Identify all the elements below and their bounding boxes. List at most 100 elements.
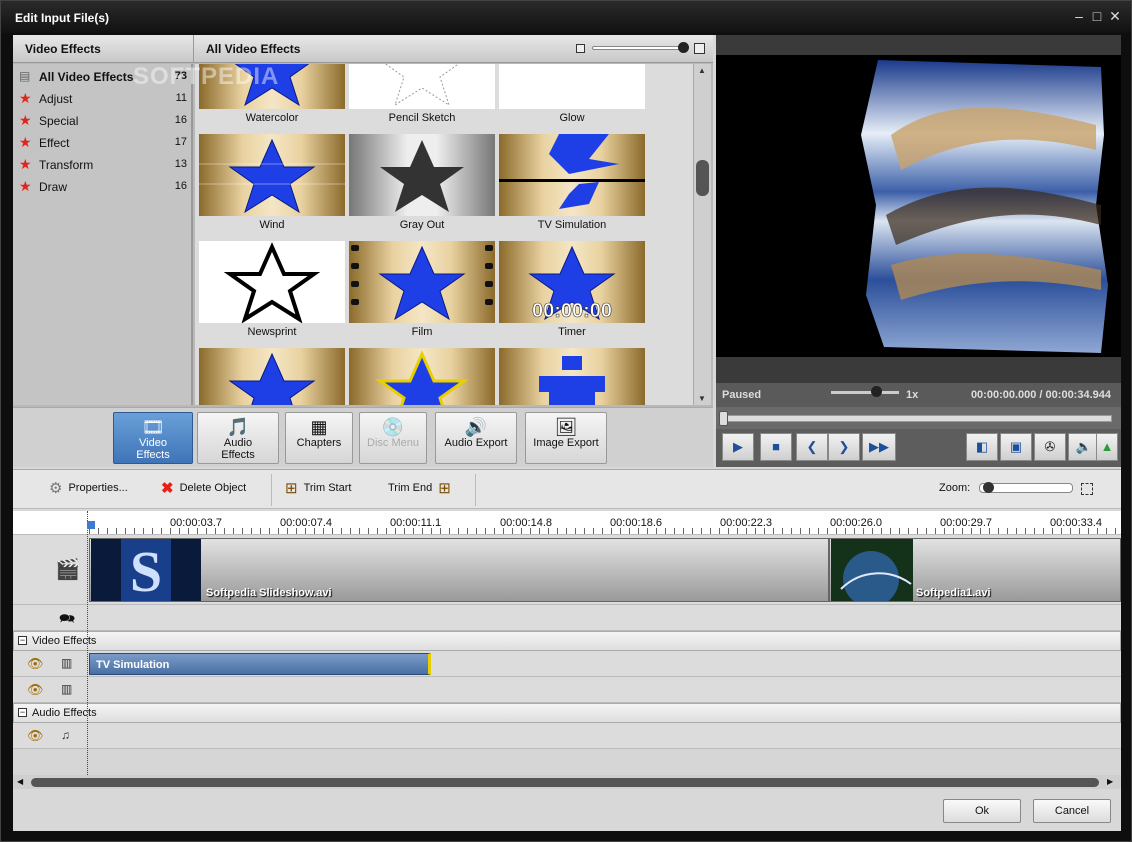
effect-tile[interactable]: Pencil Sketch: [349, 64, 495, 134]
clip-softpedia1[interactable]: Softpedia1.avi: [829, 538, 1121, 602]
seek-knob[interactable]: [719, 411, 728, 426]
category-label: Transform: [39, 158, 94, 172]
tab-audio-export[interactable]: 🔊 Audio Export: [435, 412, 517, 464]
ruler-label: 00:00:26.0: [830, 517, 882, 529]
collapse-icon[interactable]: −: [18, 636, 27, 645]
cancel-button[interactable]: Cancel: [1033, 799, 1111, 823]
effect-tile[interactable]: TV Simulation: [499, 134, 645, 241]
small-thumb-icon[interactable]: [576, 44, 585, 53]
snapshot-settings-button[interactable]: ◧: [966, 433, 998, 461]
svg-text:S: S: [130, 539, 162, 601]
seek-bar[interactable]: [716, 407, 1121, 429]
large-thumb-icon[interactable]: [694, 43, 705, 54]
scroll-thumb[interactable]: [696, 160, 709, 196]
effect-tile[interactable]: Wind: [199, 134, 345, 241]
effect-tile[interactable]: 00:00:00 Timer: [499, 241, 645, 348]
effect-tile[interactable]: Gray Out: [349, 134, 495, 241]
effect-tile[interactable]: Film: [349, 241, 495, 348]
playhead-marker[interactable]: [87, 521, 95, 529]
audio-effects-group-header[interactable]: − Audio Effects: [13, 703, 1121, 723]
category-item[interactable]: ★ Transform 13: [13, 154, 191, 176]
effect-clip-tv-simulation[interactable]: TV Simulation: [89, 653, 431, 675]
minimize-icon[interactable]: –: [1071, 8, 1087, 24]
effect-tile[interactable]: Glow: [499, 64, 645, 134]
effect-track-icon: ▥: [61, 682, 73, 696]
category-item[interactable]: ★ Adjust 11: [13, 88, 191, 110]
effects-panel: Video Effects All Video Effects ▤ All Vid…: [13, 35, 713, 407]
stop-button[interactable]: ■: [760, 433, 792, 461]
grid-scrollbar[interactable]: ▲ ▼: [693, 64, 711, 405]
camera-button[interactable]: ✇: [1034, 433, 1066, 461]
prev-frame-button[interactable]: ❮: [796, 433, 828, 461]
thumb-size-slider[interactable]: [592, 46, 682, 50]
disc-menu-icon: 💿: [381, 417, 405, 437]
maximize-icon[interactable]: □: [1089, 8, 1105, 24]
eye-icon[interactable]: 👁: [27, 682, 44, 698]
delete-object-button[interactable]: ✖ Delete Object: [161, 479, 246, 497]
image-export-icon: 🖼: [554, 417, 578, 437]
thumb-size-slider-knob[interactable]: [678, 42, 689, 53]
video-effect-track: 👁 ▥: [13, 677, 1121, 703]
scroll-thumb[interactable]: [31, 778, 1099, 787]
play-button[interactable]: ▶: [722, 433, 754, 461]
category-item[interactable]: ★ Effect 17: [13, 132, 191, 154]
fullscreen-button[interactable]: ▣: [1000, 433, 1032, 461]
speed-slider-knob[interactable]: [871, 386, 882, 397]
category-item[interactable]: ★ Draw 16: [13, 176, 191, 198]
timeline-scrollbar[interactable]: ◀ ▶: [13, 775, 1121, 789]
playhead-line[interactable]: [87, 511, 88, 781]
scroll-up-icon[interactable]: ▲: [698, 66, 706, 75]
ruler-label: 00:00:22.3: [720, 517, 772, 529]
effect-tile[interactable]: Newsprint: [199, 241, 345, 348]
trim-end-label: Trim End: [388, 481, 433, 494]
star-icon: ★: [19, 134, 32, 150]
effect-tile-label: Film: [411, 326, 433, 338]
eye-icon[interactable]: 👁: [27, 728, 44, 744]
star-icon: ★: [19, 178, 32, 194]
time-ruler[interactable]: 00:00:03.7 00:00:07.4 00:00:11.1 00:00:14.8…: [13, 511, 1121, 535]
volume-up-icon[interactable]: ▲: [1096, 433, 1118, 461]
ruler-label: 00:00:33.4: [1050, 517, 1102, 529]
tab-video-effects[interactable]: 🎞 Video Effects: [113, 412, 193, 464]
clip-softpedia-slideshow[interactable]: S Softpedia Slideshow.avi: [89, 538, 829, 602]
tab-chapters[interactable]: ▦ Chapters: [285, 412, 353, 464]
next-frame-button[interactable]: ❯: [828, 433, 860, 461]
clapperboard-icon: 🎬: [55, 559, 80, 581]
effect-tile[interactable]: [349, 348, 495, 405]
eye-icon[interactable]: 👁: [27, 656, 44, 672]
scroll-down-icon[interactable]: ▼: [698, 394, 706, 403]
ok-button[interactable]: Ok: [943, 799, 1021, 823]
effect-tile-label: Wind: [259, 219, 285, 231]
effect-tile[interactable]: [199, 348, 345, 405]
trim-start-label: Trim Start: [303, 481, 352, 494]
effect-tile[interactable]: [499, 348, 645, 405]
grid-header-label: All Video Effects: [206, 42, 301, 56]
category-list: ▤ All Video Effects 73 ★ Adjust 11 ★ Special 16 ★…: [13, 64, 193, 405]
category-count: 17: [174, 136, 187, 148]
tab-label: Chapters: [296, 437, 342, 449]
close-icon[interactable]: ✕: [1107, 8, 1123, 25]
zoom-slider-knob[interactable]: [983, 482, 994, 493]
tab-label: Video: [139, 437, 167, 449]
seek-track[interactable]: [724, 415, 1112, 422]
category-label: All Video Effects: [39, 70, 134, 84]
effect-thumbnail: [199, 241, 345, 323]
trim-start-button[interactable]: ⊞ Trim Start: [285, 479, 351, 497]
ruler-label: 00:00:07.4: [280, 517, 332, 529]
window-title: Edit Input File(s): [15, 11, 109, 25]
category-item[interactable]: ★ Special 16: [13, 110, 191, 132]
scroll-right-icon[interactable]: ▶: [1107, 777, 1113, 786]
audio-effects-icon: 🎵: [226, 417, 250, 437]
collapse-icon[interactable]: −: [18, 708, 27, 717]
video-track: 🎬 S Softpedia Slideshow.avi Softpedia1.a…: [13, 535, 1121, 605]
effect-tile-label: Gray Out: [399, 219, 445, 231]
properties-button[interactable]: ⚙ Properties...: [49, 479, 128, 497]
scroll-left-icon[interactable]: ◀: [17, 777, 23, 786]
video-effects-group-header[interactable]: − Video Effects: [13, 631, 1121, 651]
speed-slider[interactable]: [831, 391, 899, 394]
tab-audio-effects[interactable]: 🎵 Audio Effects: [197, 412, 279, 464]
trim-end-button[interactable]: Trim End ⊞: [388, 479, 457, 497]
end-button[interactable]: ▶▶: [862, 433, 896, 461]
tab-image-export[interactable]: 🖼 Image Export: [525, 412, 607, 464]
zoom-fit-icon[interactable]: [1081, 483, 1093, 495]
